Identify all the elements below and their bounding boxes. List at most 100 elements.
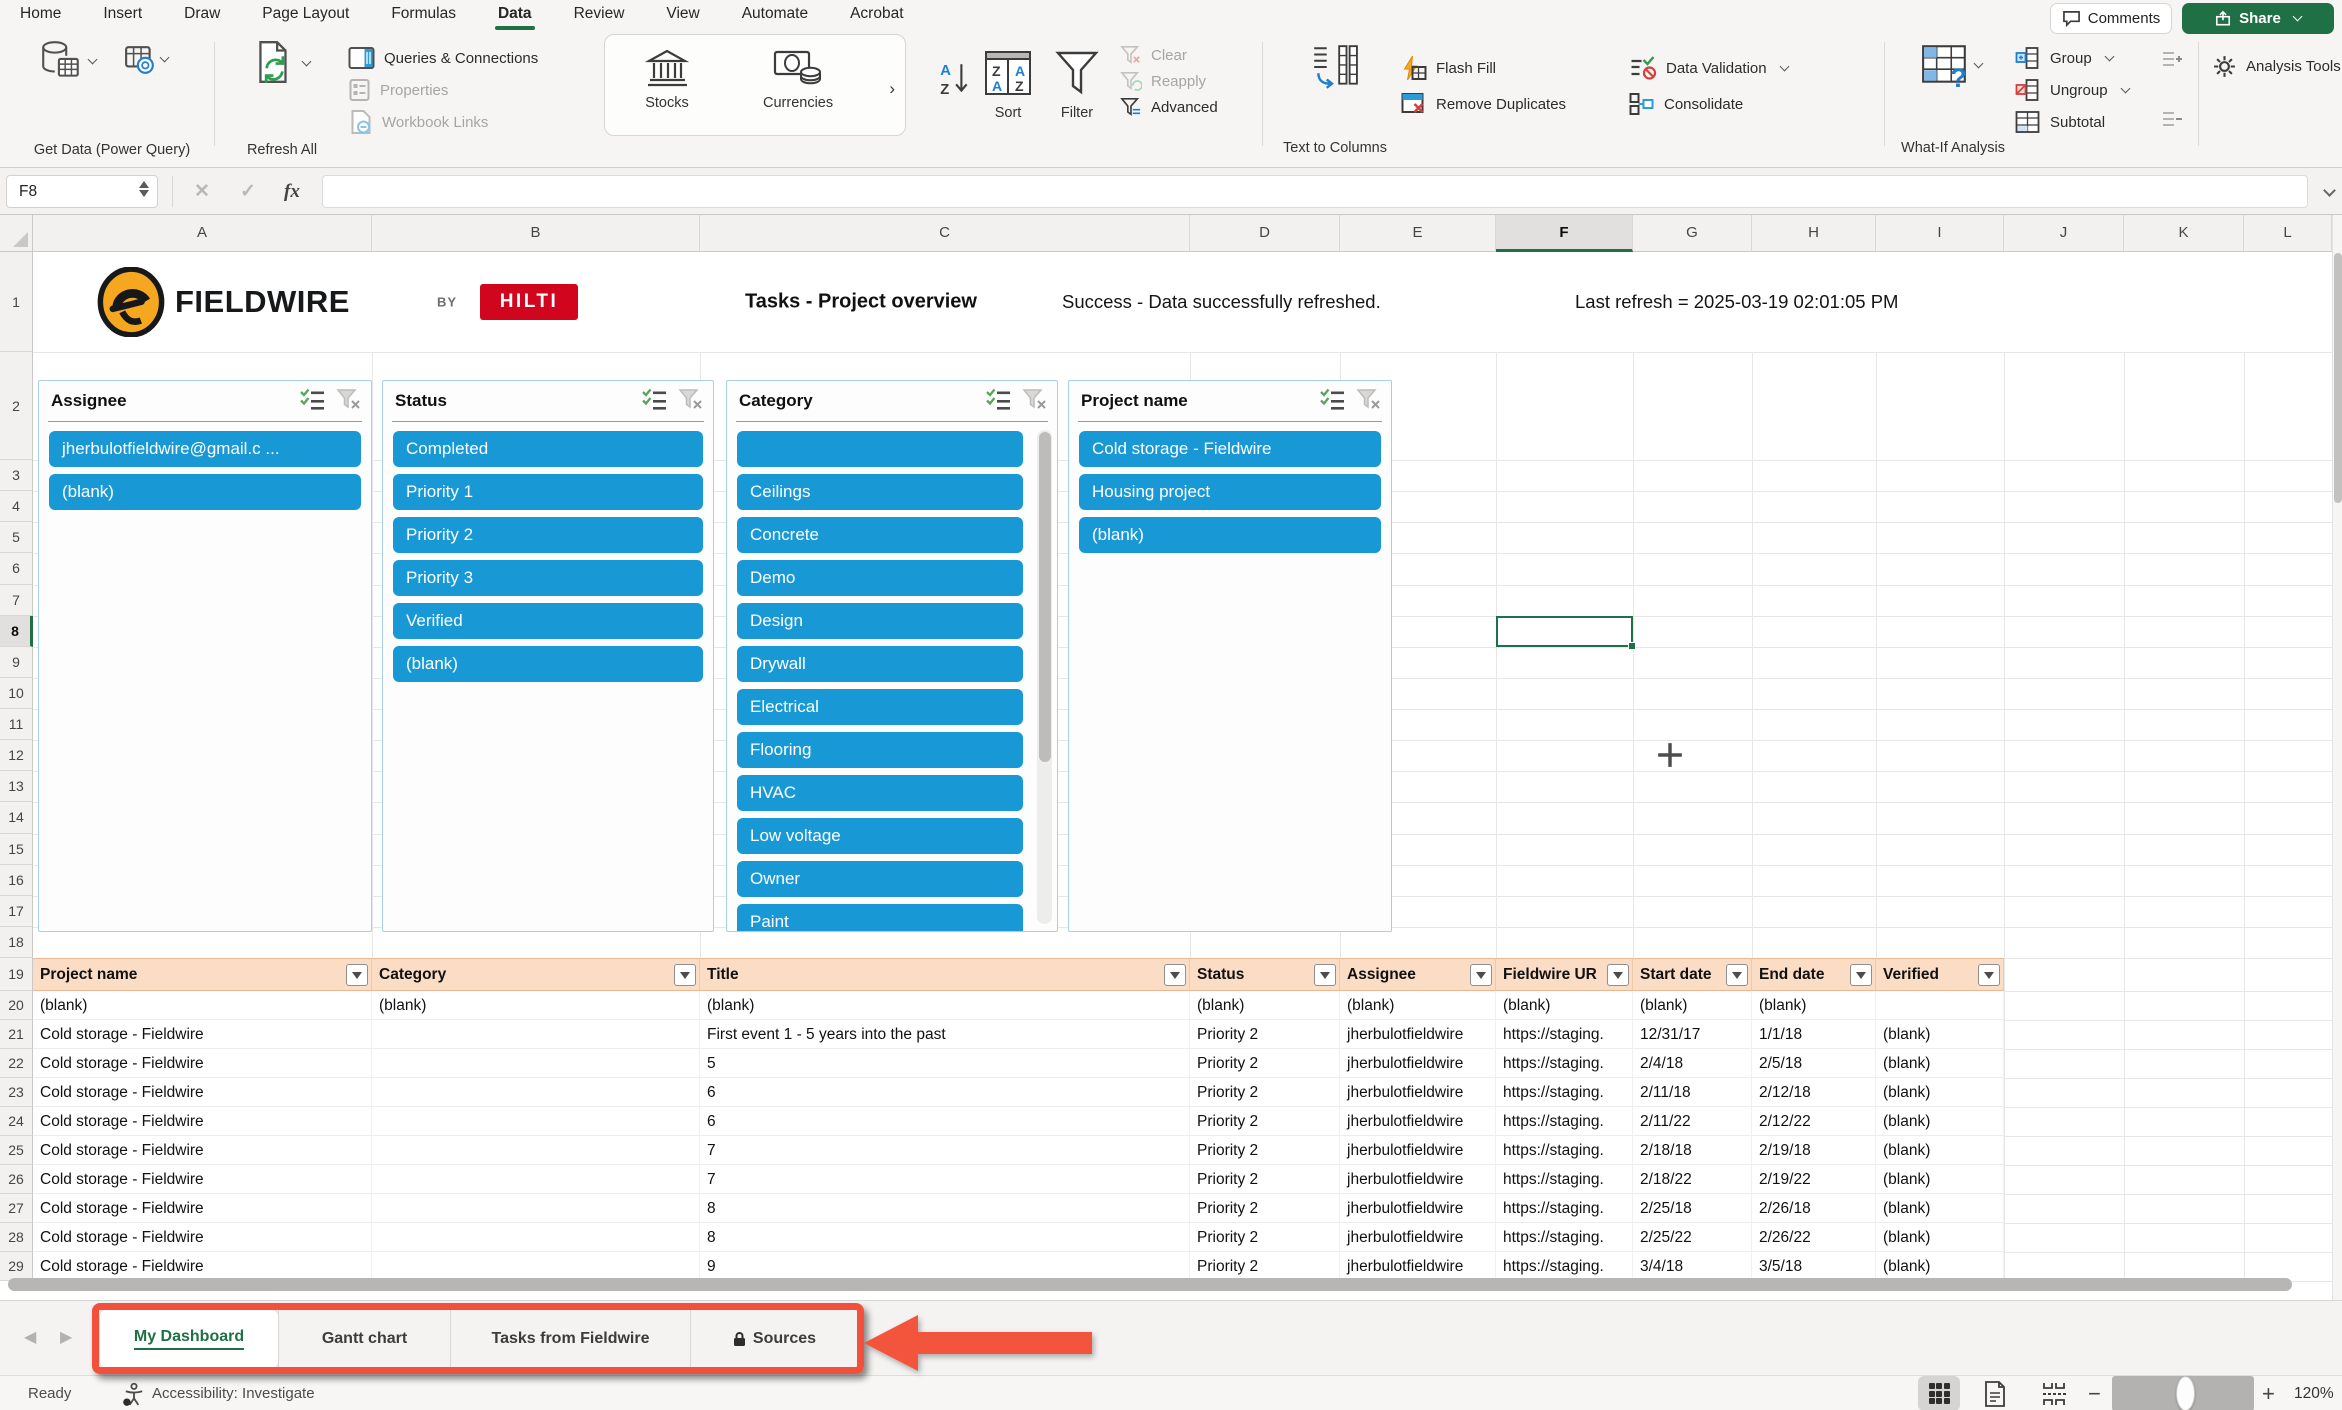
table-cell[interactable]: Priority 2 (1190, 1107, 1340, 1136)
slicer-item[interactable]: Design (737, 603, 1023, 639)
filter-button[interactable] (1054, 48, 1100, 103)
table-cell[interactable]: 2/11/22 (1633, 1107, 1752, 1136)
table-cell[interactable]: (blank) (1876, 1165, 2004, 1194)
prev-sheet-arrow[interactable]: ◀ (24, 1327, 36, 1347)
horizontal-scrollbar[interactable] (8, 1278, 2292, 1291)
confirm-entry-button[interactable]: ✓ (240, 168, 256, 215)
page-layout-view-button[interactable] (1982, 1376, 2008, 1410)
table-cell[interactable]: (blank) (1876, 1194, 2004, 1223)
column-header-A[interactable]: A (33, 215, 372, 252)
formula-input[interactable] (322, 175, 2308, 208)
column-filter-button[interactable] (1850, 964, 1872, 986)
clear-filter-button[interactable] (678, 388, 703, 415)
menu-tab-review[interactable]: Review (574, 5, 625, 23)
slicer-item[interactable]: Electrical (737, 689, 1023, 725)
column-header-C[interactable]: C (700, 215, 1190, 252)
table-cell[interactable]: 7 (700, 1136, 1190, 1165)
name-box[interactable]: F8 (6, 175, 158, 208)
table-cell[interactable]: Cold storage - Fieldwire (33, 1049, 372, 1078)
table-cell[interactable]: 2/12/18 (1752, 1078, 1876, 1107)
table-cell[interactable] (372, 1078, 700, 1107)
slicer-item[interactable]: (blank) (393, 646, 703, 682)
column-filter-button[interactable] (674, 964, 696, 986)
slicer-item[interactable] (737, 431, 1023, 467)
slicer-item[interactable]: Housing project (1079, 474, 1381, 510)
table-cell[interactable]: 2/5/18 (1752, 1049, 1876, 1078)
column-filter-button[interactable] (1726, 964, 1748, 986)
row-header-26[interactable]: 26 (0, 1165, 33, 1194)
column-header-B[interactable]: B (372, 215, 700, 252)
slicer-item[interactable]: Verified (393, 603, 703, 639)
table-cell[interactable]: jherbulotfieldwire (1340, 1107, 1496, 1136)
accessibility-status[interactable]: Accessibility: Investigate (152, 1376, 315, 1410)
row-header-11[interactable]: 11 (0, 709, 33, 740)
slicer-item[interactable]: Paint (737, 904, 1023, 932)
menu-tab-draw[interactable]: Draw (184, 5, 220, 23)
table-cell[interactable] (372, 1136, 700, 1165)
row-header-5[interactable]: 5 (0, 522, 33, 553)
row-header-4[interactable]: 4 (0, 491, 33, 522)
table-cell[interactable]: (blank) (1496, 991, 1633, 1020)
text-to-columns-button[interactable] (1310, 42, 1358, 97)
name-box-stepper[interactable] (139, 181, 149, 197)
group-button[interactable]: Group (2014, 42, 2129, 74)
zoom-out-button[interactable]: − (2088, 1376, 2101, 1410)
table-cell[interactable]: 8 (700, 1223, 1190, 1252)
slicer-item[interactable]: Ceilings (737, 474, 1023, 510)
row-header-21[interactable]: 21 (0, 1020, 33, 1049)
table-cell[interactable]: Cold storage - Fieldwire (33, 1252, 372, 1281)
row-header-24[interactable]: 24 (0, 1107, 33, 1136)
multi-select-button[interactable] (1319, 388, 1346, 415)
column-filter-button[interactable] (346, 964, 368, 986)
currencies-button[interactable]: Currencies (763, 47, 833, 113)
analysis-tools-button[interactable]: Analysis Tools (2212, 50, 2341, 82)
table-cell[interactable]: Priority 2 (1190, 1165, 1340, 1194)
slicer-item[interactable]: Drywall (737, 646, 1023, 682)
table-cell[interactable]: https://staging. (1496, 1136, 1633, 1165)
slicer-item[interactable]: Flooring (737, 732, 1023, 768)
select-all-corner[interactable] (0, 215, 33, 252)
row-header-1[interactable]: 1 (0, 252, 33, 352)
hide-detail-button[interactable] (2160, 110, 2184, 133)
column-header-K[interactable]: K (2124, 215, 2244, 252)
table-cell[interactable]: 2/12/22 (1752, 1107, 1876, 1136)
table-cell[interactable]: Priority 2 (1190, 1136, 1340, 1165)
advanced-filter-button[interactable]: Advanced (1120, 94, 1218, 120)
row-header-16[interactable]: 16 (0, 865, 33, 896)
table-cell[interactable]: Cold storage - Fieldwire (33, 1194, 372, 1223)
slicer-scrollbar[interactable] (1037, 430, 1052, 924)
row-header-18[interactable]: 18 (0, 927, 33, 958)
slicer-item[interactable]: Priority 2 (393, 517, 703, 553)
what-if-analysis-button[interactable]: ? (1920, 40, 1982, 90)
column-filter-button[interactable] (1470, 964, 1492, 986)
row-header-3[interactable]: 3 (0, 460, 33, 491)
reapply-filter-button[interactable]: Reapply (1120, 68, 1218, 94)
slicer-item[interactable]: jherbulotfieldwire@gmail.c ... (49, 431, 361, 467)
column-filter-button[interactable] (1978, 964, 2000, 986)
table-cell[interactable] (372, 1107, 700, 1136)
table-cell[interactable]: (blank) (1876, 1252, 2004, 1281)
table-cell[interactable]: jherbulotfieldwire (1340, 1165, 1496, 1194)
table-cell[interactable]: 2/11/18 (1633, 1078, 1752, 1107)
table-cell[interactable]: 1/1/18 (1752, 1020, 1876, 1049)
insert-function-button[interactable]: fx (284, 168, 300, 215)
table-cell[interactable]: https://staging. (1496, 1078, 1633, 1107)
column-header-I[interactable]: I (1876, 215, 2004, 252)
table-cell[interactable] (372, 1252, 700, 1281)
table-cell[interactable]: 7 (700, 1165, 1190, 1194)
table-cell[interactable]: 2/19/22 (1752, 1165, 1876, 1194)
table-cell[interactable] (372, 1049, 700, 1078)
table-cell[interactable]: (blank) (1876, 1020, 2004, 1049)
column-filter-button[interactable] (1314, 964, 1336, 986)
table-cell[interactable]: jherbulotfieldwire (1340, 1252, 1496, 1281)
row-header-9[interactable]: 9 (0, 647, 33, 678)
share-button[interactable]: Share (2182, 3, 2334, 34)
table-cell[interactable]: (blank) (1190, 991, 1340, 1020)
slicer-item[interactable]: Priority 1 (393, 474, 703, 510)
sort-ascending-button[interactable]: AZ (938, 60, 970, 103)
table-cell[interactable]: Priority 2 (1190, 1194, 1340, 1223)
row-header-8[interactable]: 8 (0, 616, 33, 647)
table-cell[interactable]: (blank) (1340, 991, 1496, 1020)
column-header-E[interactable]: E (1340, 215, 1496, 252)
row-header-19[interactable]: 19 (0, 958, 33, 991)
